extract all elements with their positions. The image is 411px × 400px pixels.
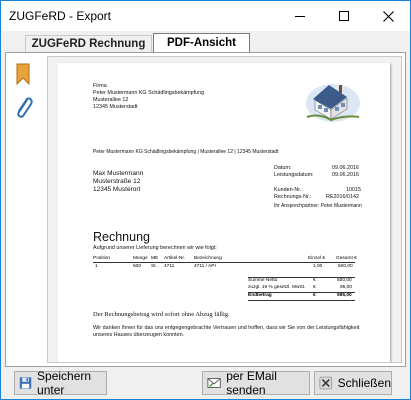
total-netto-currency: € (313, 278, 316, 283)
window-title: ZUGFeRD - Export (9, 9, 112, 23)
meta-label-leistungsdatum: Leistungsdatum: (274, 172, 314, 178)
sender-line-3: Musterallee 12 (93, 97, 129, 103)
thanks-line-2: unseres Hauses überzeugen konnten. (93, 332, 185, 338)
meta-ansprechpartner: Ihr Ansprechpartner: Peter Mustermann (274, 203, 362, 209)
sender-line-1: Firma (93, 83, 107, 89)
cell-menge: 500 (133, 264, 142, 269)
pdf-preview[interactable]: Firma Peter Mustermann KG Schädlingsbekä… (47, 56, 402, 363)
items-table-header: Position Menge ME Artikel-Nr. Bezeichnun… (93, 256, 357, 263)
floppy-disk-icon (19, 377, 32, 389)
tab-zugferd-rechnung[interactable]: ZUGFeRD Rechnung (25, 35, 152, 53)
close-x-icon (319, 376, 333, 390)
total-netto-label: Summe Netto (248, 278, 278, 283)
payment-note: Der Rechnungsbetrag wird sofort ohne Abz… (93, 311, 230, 318)
meta-value-rechnungs-nr: RE2016/0142 (326, 194, 359, 200)
total-netto-value: 500,00 (337, 278, 352, 283)
sender-line-4: 12345 Musterstadt (93, 104, 138, 110)
th-artikel: Artikel-Nr. (164, 256, 186, 261)
meta-label-rechnungs-nr: Rechnungs-Nr.: (274, 194, 312, 200)
table-row: 1 500 St. 4711 4711 / API 1,00 500,00 (93, 264, 355, 271)
send-email-label: per EMail senden (226, 369, 277, 397)
title-bar: ZUGFeRD - Export (1, 1, 410, 31)
recipient-line-1: Max Mustermann (93, 170, 144, 177)
maximize-button[interactable] (322, 1, 366, 31)
total-end-label: Endbetrag (248, 293, 272, 298)
meta-label-kunden-nr: Kunden-Nr.: (274, 187, 303, 193)
endbetrag-underline (248, 300, 355, 301)
pdf-viewer-panel: Firma Peter Mustermann KG Schädlingsbekä… (5, 52, 406, 367)
sender-line-2: Peter Mustermann KG Schädlingsbekämpfung (93, 90, 205, 96)
th-einzel: Einzel € (308, 256, 326, 261)
pdf-page: Firma Peter Mustermann KG Schädlingsbekä… (58, 63, 390, 362)
cell-artikel: 4711 (164, 264, 175, 269)
close-label: Schließen (337, 376, 391, 390)
invoice-intro: Aufgrund unserer Lieferung berechnen wir… (93, 245, 217, 251)
total-end-value: 595,00 (337, 293, 352, 298)
close-icon (382, 10, 394, 22)
save-as-label: Speichern unter (37, 369, 92, 397)
maximize-icon (339, 11, 349, 21)
total-endbetrag: Endbetrag € 595,00 (248, 293, 355, 300)
export-window: ZUGFeRD - Export ZUGFeRD Rechnung PDF-An… (0, 0, 411, 400)
save-as-button[interactable]: Speichern unter (14, 369, 107, 397)
cell-me: St. (151, 264, 157, 269)
email-icon (207, 378, 221, 388)
bookmark-icon[interactable] (16, 63, 30, 85)
company-logo (306, 84, 360, 122)
total-mwst-label: zuzgl. 19 % gesetzl. MwSt. (248, 285, 306, 290)
cell-einzel: 1,00 (313, 264, 323, 269)
total-netto: Summe Netto € 500,00 (248, 278, 355, 285)
sender-address-line: Peter Mustermann KG Schädlingsbekämpfung… (93, 149, 279, 155)
minimize-icon (295, 15, 305, 17)
th-bezeichnung: Bezeichnung (194, 256, 222, 261)
send-email-button[interactable]: per EMail senden (202, 369, 310, 397)
th-gesamt: Gesamt € (336, 256, 357, 261)
total-mwst: zuzgl. 19 % gesetzl. MwSt. € 95,00 (248, 285, 355, 292)
th-menge: Menge (133, 256, 148, 261)
close-button[interactable]: Schließen (314, 371, 392, 395)
button-bar: Speichern unter per EMail senden Schließ… (1, 367, 410, 399)
attachment-clip-icon[interactable] (14, 95, 34, 121)
close-window-button[interactable] (366, 1, 410, 31)
th-me: ME (151, 256, 159, 261)
recipient-line-3: 12345 Musterort (93, 186, 141, 193)
invoice-heading: Rechnung (93, 230, 150, 244)
th-position: Position (93, 256, 111, 261)
meta-label-datum: Datum: (274, 165, 292, 171)
total-mwst-currency: € (313, 285, 316, 290)
recipient-line-2: Musterstraße 12 (93, 178, 141, 185)
thanks-line-1: Wir danken Ihnen für das uns entgegengeb… (93, 325, 360, 331)
cell-gesamt: 500,00 (338, 264, 353, 269)
meta-value-datum: 09.06.2016 (332, 165, 359, 171)
meta-value-kunden-nr: 10015 (346, 187, 361, 193)
total-mwst-value: 95,00 (340, 285, 353, 290)
meta-value-leistungsdatum: 09.06.2016 (332, 172, 359, 178)
total-end-currency: € (313, 293, 316, 298)
tab-pdf-ansicht[interactable]: PDF-Ansicht (153, 33, 250, 53)
tab-strip: ZUGFeRD Rechnung PDF-Ansicht (1, 31, 410, 53)
cell-bezeichnung: 4711 / API (194, 264, 216, 269)
minimize-button[interactable] (278, 1, 322, 31)
cell-position: 1 (95, 264, 98, 269)
